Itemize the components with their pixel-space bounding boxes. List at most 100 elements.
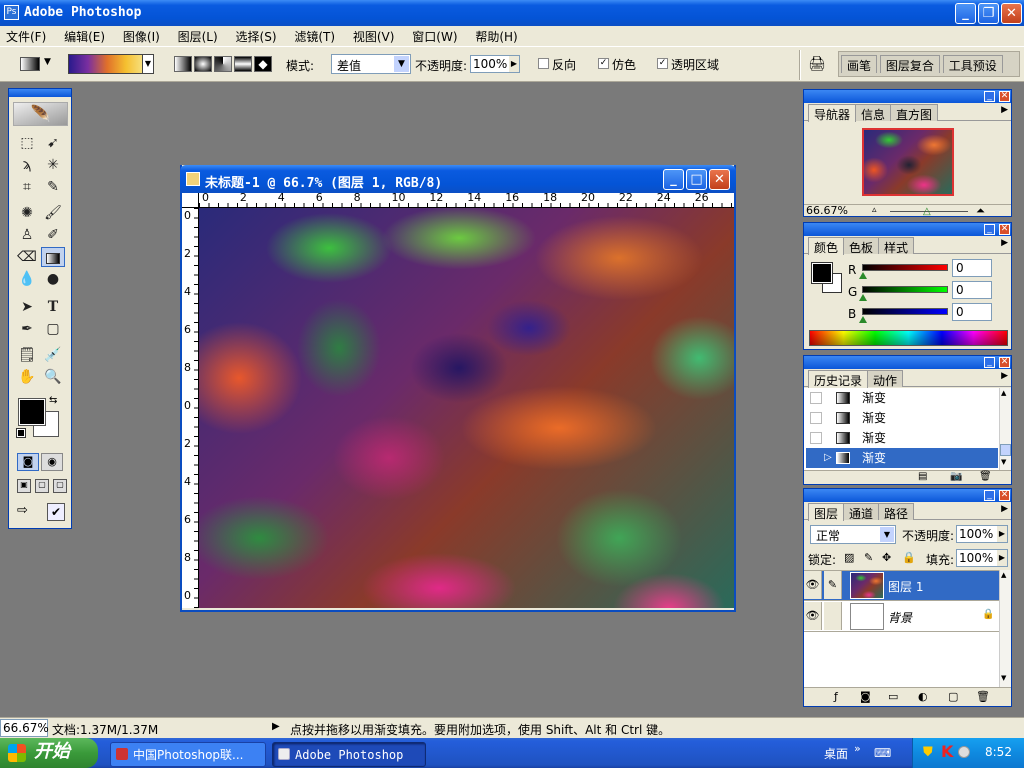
standard-mode-button[interactable]: ◙ [17,453,39,471]
clone-stamp-tool-icon[interactable]: ♙ [17,225,37,245]
mode-select[interactable]: 差值 ▼ [331,54,411,74]
palette-menu-arrow-icon[interactable]: ▶ [1001,105,1008,115]
adjustment-layer-icon[interactable]: ◐ [918,690,928,703]
tab-layers[interactable]: 图层 [808,503,845,521]
notes-tool-icon[interactable]: 🗒 [17,345,37,365]
history-brush-tool-icon[interactable]: ✐ [43,225,63,245]
tab-info[interactable]: 信息 [855,104,892,122]
color-close-button[interactable]: ✕ [999,224,1010,235]
imageready-icon[interactable]: ✔ [47,503,65,521]
dither-checkbox[interactable]: ✓ [598,58,609,69]
restore-button[interactable]: ❐ [978,3,999,24]
type-tool-icon[interactable]: T [43,297,63,317]
toolbox-title-bar[interactable] [9,89,71,97]
blend-mode-select[interactable]: 正常 ▼ [810,525,896,544]
opacity-input[interactable]: 100% ▶ [470,55,520,73]
new-document-from-state-icon[interactable]: ▤ [918,471,927,482]
swap-colors-icon[interactable]: ⇆ [49,395,57,406]
keyboard-icon[interactable]: ⌨ [874,746,891,760]
antivirus-icon[interactable]: K [941,742,953,761]
history-minimize-button[interactable]: _ [984,357,995,368]
magic-wand-tool-icon[interactable]: ✳ [43,155,63,175]
lasso-tool-icon[interactable]: ϡ [17,155,37,175]
layers-scrollbar[interactable]: ▲ ▼ [999,570,1011,687]
channel-r-thumb[interactable] [859,272,867,279]
color-spectrum-ramp[interactable] [809,330,1008,346]
document-close-button[interactable]: ✕ [709,169,730,190]
gradient-tool-icon[interactable] [41,247,65,267]
color-minimize-button[interactable]: _ [984,224,995,235]
opacity-slider-arrow[interactable]: ▶ [509,56,519,72]
history-state-slider-icon[interactable]: ▷ [824,448,832,468]
well-tab-tool-presets[interactable]: 工具预设 [942,55,1003,73]
channel-b-thumb[interactable] [859,316,867,323]
new-snapshot-icon[interactable]: 📷 [950,471,962,482]
gradient-tool-preset-icon[interactable] [20,57,40,71]
document-maximize-button[interactable]: □ [686,169,707,190]
radial-gradient-button[interactable] [194,56,212,72]
tab-channels[interactable]: 通道 [843,503,880,521]
menu-help[interactable]: 帮助(H) [475,28,517,45]
document-minimize-button[interactable]: _ [663,169,684,190]
menu-filter[interactable]: 滤镜(T) [294,28,335,45]
canvas-image[interactable] [199,208,734,608]
slice-tool-icon[interactable]: ✎ [43,177,63,197]
brush-link-icon[interactable]: ✎ [824,571,842,599]
history-close-button[interactable]: ✕ [999,357,1010,368]
menu-file[interactable]: 文件(F) [6,28,46,45]
channel-r-input[interactable]: 0 [952,259,992,277]
eyedropper-tool-icon[interactable]: 💉 [43,345,63,365]
navigator-zoom-value[interactable]: 66.67% [806,205,848,217]
palette-menu-arrow-icon[interactable]: ▶ [1001,371,1008,381]
reflected-gradient-button[interactable] [234,56,252,72]
preset-dropdown-arrow[interactable]: ▼ [44,57,51,67]
crop-tool-icon[interactable]: ⌗ [17,177,37,197]
reverse-checkbox[interactable] [538,58,549,69]
lock-pixels-icon[interactable]: ✎ [864,551,873,564]
layers-title-bar[interactable]: _ ✕ [804,489,1011,502]
fill-arrow[interactable]: ▶ [997,550,1007,566]
screen-mode-full-icon[interactable]: ▢ [53,479,67,493]
zoom-tool-icon[interactable]: 🔍 [43,367,63,387]
pen-tool-icon[interactable]: ✒ [17,319,37,339]
document-title-bar[interactable]: 未标题-1 @ 66.7% (图层 1, RGB/8) _ □ ✕ [180,165,736,193]
taskbar-item[interactable]: 中国Photoshop联... [110,742,266,767]
layers-minimize-button[interactable]: _ [984,490,995,501]
eye-icon[interactable]: 👁 [804,602,822,630]
well-tab-layer-comps[interactable]: 图层复合 [879,55,940,73]
channel-g-input[interactable]: 0 [952,281,992,299]
screen-mode-standard-icon[interactable]: ▣ [17,479,31,493]
lock-all-icon[interactable]: 🔒 [902,551,916,564]
navigator-zoom-thumb[interactable]: △ [923,206,931,217]
path-selection-tool-icon[interactable]: ➤ [17,297,37,317]
tab-actions[interactable]: 动作 [867,370,904,388]
navigator-close-button[interactable]: ✕ [999,91,1010,102]
navigator-thumbnail[interactable] [862,128,954,196]
eraser-tool-icon[interactable]: ⌫ [17,247,37,267]
history-item[interactable]: 渐变 [806,388,998,408]
tab-styles[interactable]: 样式 [878,237,915,255]
channel-g-thumb[interactable] [859,294,867,301]
new-group-icon[interactable]: ▭ [888,690,898,703]
taskbar-item-active[interactable]: Adobe Photoshop [272,742,426,767]
file-browser-icon[interactable]: 🖨 [808,56,828,72]
minimize-button[interactable]: _ [955,3,976,24]
link-slot[interactable] [824,602,842,630]
palette-menu-arrow-icon[interactable]: ▶ [1001,504,1008,514]
layer-opacity-arrow[interactable]: ▶ [997,526,1007,542]
history-item[interactable]: 渐变 [806,408,998,428]
diamond-gradient-button[interactable]: ◆ [254,56,272,72]
menu-select[interactable]: 选择(S) [236,28,277,45]
eye-icon[interactable]: 👁 [804,571,822,599]
color-foreground-swatch[interactable] [811,262,833,284]
trash-icon[interactable]: 🗑 [979,471,992,482]
layer-opacity-input[interactable]: 100% ▶ [956,525,1008,543]
history-item-selected[interactable]: ▷ 渐变 [806,448,998,468]
well-tab-brushes[interactable]: 画笔 [841,55,878,73]
menu-window[interactable]: 窗口(W) [412,28,457,45]
tab-paths[interactable]: 路径 [878,503,915,521]
desktop-toolbar-label[interactable]: 桌面 [824,745,848,762]
layer-row[interactable]: 👁 背景 🔒 [804,602,999,632]
default-colors-icon[interactable] [16,428,26,438]
channel-b-slider[interactable] [862,308,948,315]
